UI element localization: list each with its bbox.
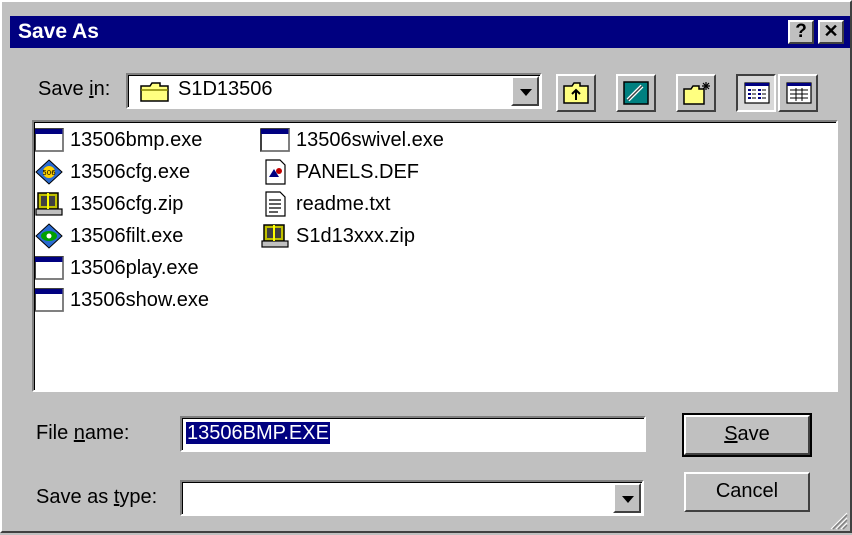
filt-app-icon <box>34 223 66 249</box>
file-list-item[interactable]: 13506swivel.exe <box>260 126 444 154</box>
details-view-icon <box>786 82 812 109</box>
save-as-type-label: Save as type: <box>36 486 158 508</box>
file-name-text: 13506bmp.exe <box>70 128 203 151</box>
desktop-icon <box>622 80 650 111</box>
save-button[interactable]: Save <box>682 413 812 457</box>
file-list-item[interactable]: 13506filt.exe <box>34 222 183 250</box>
up-one-level-button[interactable] <box>556 74 596 112</box>
save-in-dropdown[interactable]: S1D13506 <box>126 73 542 109</box>
file-name-text: 13506filt.exe <box>70 224 184 247</box>
file-name-text: 13506cfg.exe <box>70 160 191 183</box>
close-icon: ✕ <box>823 21 839 41</box>
folder-icon <box>140 82 170 102</box>
title-bar[interactable]: Save As ? ✕ <box>10 16 850 48</box>
app-window-icon <box>34 255 66 281</box>
resize-grip-icon[interactable] <box>828 510 848 530</box>
save-as-type-dropdown[interactable] <box>180 480 644 516</box>
file-name-input[interactable]: 13506BMP.EXE <box>180 416 646 452</box>
file-list-item[interactable]: PANELS.DEF <box>260 158 419 186</box>
desktop-button[interactable] <box>616 74 656 112</box>
file-name-text: 13506show.exe <box>70 288 210 311</box>
cancel-button[interactable]: Cancel <box>684 472 810 512</box>
app-window-icon <box>34 127 66 153</box>
save-as-dialog: Save As ? ✕ Save in: S1D13506 13506bmp.e… <box>0 0 852 533</box>
new-folder-button[interactable] <box>676 74 716 112</box>
file-name-text: S1d13xxx.zip <box>296 224 415 247</box>
file-list-item[interactable]: readme.txt <box>260 190 390 218</box>
save-as-type-dropdown-arrow[interactable] <box>613 483 641 513</box>
details-view-button[interactable] <box>778 74 818 112</box>
help-icon: ? <box>795 21 807 42</box>
file-list-item[interactable]: 13506cfg.zip <box>34 190 183 218</box>
def-file-icon <box>260 159 292 185</box>
new-folder-icon <box>682 80 712 111</box>
list-view-icon <box>744 82 770 109</box>
file-list-item[interactable]: 13506bmp.exe <box>34 126 202 154</box>
app-window-icon <box>260 127 292 153</box>
file-name-text: 13506cfg.zip <box>70 192 184 215</box>
svg-text:506: 506 <box>42 169 56 177</box>
file-list-item[interactable]: 13506play.exe <box>34 254 199 282</box>
file-name-text: 13506swivel.exe <box>296 128 444 151</box>
close-button[interactable]: ✕ <box>818 20 844 44</box>
file-list-item[interactable]: 13506show.exe <box>34 286 209 314</box>
file-name-value: 13506BMP.EXE <box>186 422 330 444</box>
save-in-value: S1D13506 <box>178 78 273 100</box>
file-name-text: 13506play.exe <box>70 256 199 279</box>
file-list[interactable]: 13506bmp.exe 506 13506cfg.exe 13506cfg.zip 1… <box>32 120 838 392</box>
file-name-label: File name: <box>36 422 130 444</box>
help-button[interactable]: ? <box>788 20 814 44</box>
file-list-item[interactable]: S1d13xxx.zip <box>260 222 415 250</box>
save-in-label: Save in: <box>38 78 111 100</box>
zip-archive-icon <box>260 223 292 249</box>
app-window-icon <box>34 287 66 313</box>
file-name-text: readme.txt <box>296 192 391 215</box>
text-file-icon <box>260 191 292 217</box>
file-list-item[interactable]: 506 13506cfg.exe <box>34 158 190 186</box>
window-title: Save As <box>18 20 99 43</box>
file-name-text: PANELS.DEF <box>296 160 419 183</box>
zip-archive-icon <box>34 191 66 217</box>
list-view-button[interactable] <box>736 74 776 112</box>
save-in-dropdown-arrow[interactable] <box>511 76 539 106</box>
cfg-app-icon: 506 <box>34 159 66 185</box>
up-one-level-icon <box>562 80 590 111</box>
